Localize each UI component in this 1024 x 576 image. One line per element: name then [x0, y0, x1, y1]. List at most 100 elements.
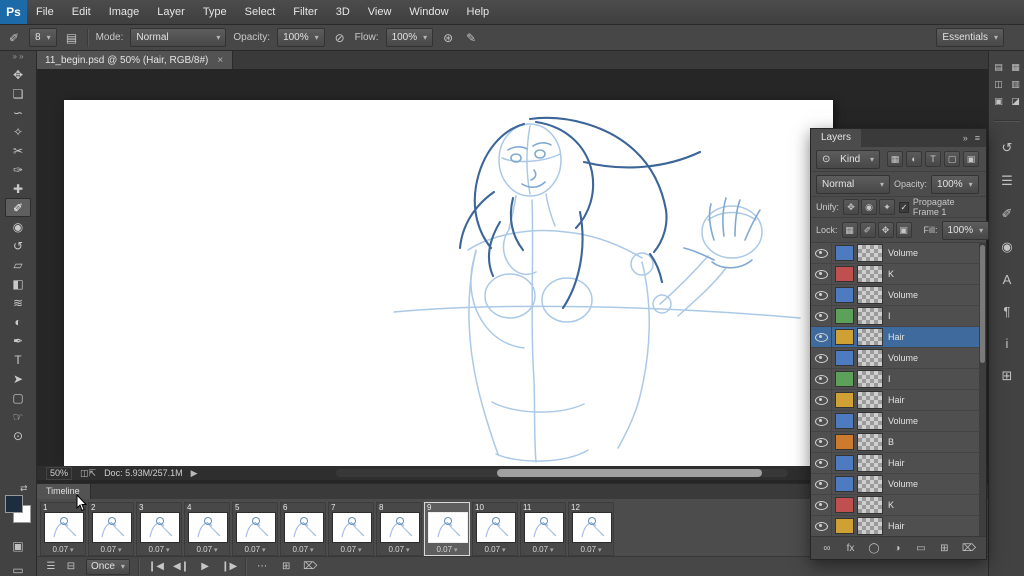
properties-panel-icon[interactable]: ☰ — [1001, 173, 1013, 189]
lasso-tool[interactable]: ∽ — [5, 103, 31, 122]
menu-item[interactable]: Edit — [63, 0, 100, 24]
pen-tool[interactable]: ✒ — [5, 331, 31, 350]
brush-tool[interactable]: ✐ — [5, 198, 31, 217]
filter-pixel-icon[interactable]: ▦ — [887, 151, 903, 167]
link-layers-icon[interactable]: ∞ — [821, 543, 833, 554]
lock-transparency-icon[interactable]: ▦ — [842, 222, 858, 238]
dock-mini-icon-5[interactable]: ▣ — [992, 95, 1005, 108]
delete-frame-button[interactable]: ⌦ — [303, 561, 317, 572]
collapse-panel-icon[interactable]: » — [963, 133, 968, 143]
layer-row[interactable]: Volume — [811, 411, 986, 432]
dodge-tool[interactable]: ◐ — [5, 312, 31, 331]
move-tool[interactable]: ✥ — [5, 65, 31, 84]
frame-delay-select[interactable]: 0.07▾ — [377, 545, 421, 554]
timeline-menu-icon[interactable]: ☰ — [44, 561, 58, 572]
layer-thumbnail[interactable] — [857, 328, 883, 346]
new-layer-icon[interactable]: ⊞ — [938, 543, 950, 554]
crop-tool[interactable]: ✂ — [5, 141, 31, 160]
timeline-frame[interactable]: 2 0.07▾ — [88, 502, 134, 556]
layer-thumbnail[interactable] — [857, 265, 883, 283]
visibility-toggle[interactable] — [811, 264, 832, 284]
navigator-panel-icon[interactable]: ⊞ — [1002, 368, 1013, 384]
quick-mask-icon[interactable]: ▣ — [12, 539, 23, 553]
layer-thumbnail[interactable] — [857, 391, 883, 409]
timeline-frame[interactable]: 11 0.07▾ — [520, 502, 566, 556]
layer-row[interactable]: I — [811, 369, 986, 390]
visibility-toggle[interactable] — [811, 306, 832, 326]
frame-delay-select[interactable]: 0.07▾ — [137, 545, 181, 554]
visibility-toggle[interactable] — [811, 390, 832, 410]
filter-adjustment-icon[interactable]: ◐ — [906, 151, 922, 167]
layer-row[interactable]: Volume — [811, 243, 986, 264]
visibility-toggle[interactable] — [811, 411, 832, 431]
healing-brush-tool[interactable]: ✚ — [5, 179, 31, 198]
dock-mini-icon-2[interactable]: ▦ — [1009, 61, 1022, 74]
visibility-toggle[interactable] — [811, 495, 832, 515]
eyedropper-tool[interactable]: ✑ — [5, 160, 31, 179]
frame-thumbnail[interactable] — [380, 512, 420, 543]
pen-pressure-icon[interactable]: ✎ — [463, 30, 479, 46]
layer-thumbnail[interactable] — [857, 433, 883, 451]
play-button[interactable]: ▶ — [198, 561, 212, 572]
layer-thumbnail[interactable] — [857, 475, 883, 493]
layer-row[interactable]: Hair — [811, 390, 986, 411]
timeline-frame[interactable]: 9 0.07▾ — [424, 502, 470, 556]
frame-thumbnail[interactable] — [572, 512, 612, 543]
status-menu-arrow-icon[interactable]: ▶ — [191, 468, 198, 479]
swap-colors-icon[interactable]: ⇄ — [20, 483, 28, 494]
menu-item[interactable]: Filter — [284, 0, 326, 24]
close-icon[interactable]: × — [217, 55, 223, 66]
marquee-tool[interactable]: ❏ — [5, 84, 31, 103]
opacity-input[interactable]: 100% ▾ — [277, 28, 325, 47]
eraser-tool[interactable]: ▱ — [5, 255, 31, 274]
layer-row[interactable]: Volume — [811, 285, 986, 306]
layer-fill-input[interactable]: 100% ▾ — [942, 221, 990, 240]
layer-thumbnail[interactable] — [857, 349, 883, 367]
visibility-toggle[interactable] — [811, 453, 832, 473]
layer-row[interactable]: Hair — [811, 516, 986, 536]
timeline-frame[interactable]: 8 0.07▾ — [376, 502, 422, 556]
layer-style-icon[interactable]: fx — [844, 543, 856, 554]
layer-blend-mode-select[interactable]: Normal ▾ — [816, 175, 890, 194]
dock-mini-icon-3[interactable]: ◫ — [992, 78, 1005, 91]
horizontal-scrollbar-thumb[interactable] — [497, 469, 762, 477]
frame-thumbnail[interactable] — [524, 512, 564, 543]
layer-thumbnail[interactable] — [857, 517, 883, 535]
quick-selection-tool[interactable]: ✧ — [5, 122, 31, 141]
menu-item[interactable]: Select — [236, 0, 285, 24]
clone-stamp-tool[interactable]: ◉ — [5, 217, 31, 236]
path-selection-tool[interactable]: ➤ — [5, 369, 31, 388]
shape-tool[interactable]: ▢ — [5, 388, 31, 407]
lock-pixels-icon[interactable]: ✐ — [860, 222, 876, 238]
document-tab[interactable]: 11_begin.psd @ 50% (Hair, RGB/8#) × — [36, 51, 233, 69]
hand-tool[interactable]: ☞ — [5, 407, 31, 426]
frame-delay-select[interactable]: 0.07▾ — [521, 545, 565, 554]
menu-item[interactable]: 3D — [327, 0, 359, 24]
menu-item[interactable]: Image — [100, 0, 149, 24]
foreground-color-swatch[interactable] — [5, 495, 23, 513]
frame-thumbnail[interactable] — [236, 512, 276, 543]
frame-delay-select[interactable]: 0.07▾ — [41, 545, 85, 554]
visibility-toggle[interactable] — [811, 369, 832, 389]
menu-item[interactable]: View — [359, 0, 401, 24]
timeline-frame[interactable]: 10 0.07▾ — [472, 502, 518, 556]
timeline-frame[interactable]: 5 0.07▾ — [232, 502, 278, 556]
filter-kind-select[interactable]: ⊙ Kind ▾ — [816, 150, 880, 169]
frame-thumbnail[interactable] — [428, 512, 468, 543]
clone-source-panel-icon[interactable]: ◉ — [1001, 239, 1012, 255]
layer-thumbnail[interactable] — [857, 454, 883, 472]
duplicate-frame-button[interactable]: ⊞ — [279, 561, 293, 572]
frame-delay-select[interactable]: 0.07▾ — [473, 545, 517, 554]
visibility-toggle[interactable] — [811, 243, 832, 263]
menu-item[interactable]: Window — [400, 0, 457, 24]
timeline-frame[interactable]: 7 0.07▾ — [328, 502, 374, 556]
layer-row[interactable]: Volume — [811, 348, 986, 369]
tween-button[interactable]: ⋯ — [255, 561, 269, 572]
layer-opacity-input[interactable]: 100% ▾ — [931, 175, 979, 194]
frame-delay-select[interactable]: 0.07▾ — [329, 545, 373, 554]
timeline-frame[interactable]: 4 0.07▾ — [184, 502, 230, 556]
zoom-tool[interactable]: ⊙ — [5, 426, 31, 445]
layer-group-icon[interactable]: ▭ — [915, 543, 927, 554]
screen-mode-icon[interactable]: ▭ — [12, 563, 23, 576]
layers-tab[interactable]: Layers — [811, 129, 861, 147]
